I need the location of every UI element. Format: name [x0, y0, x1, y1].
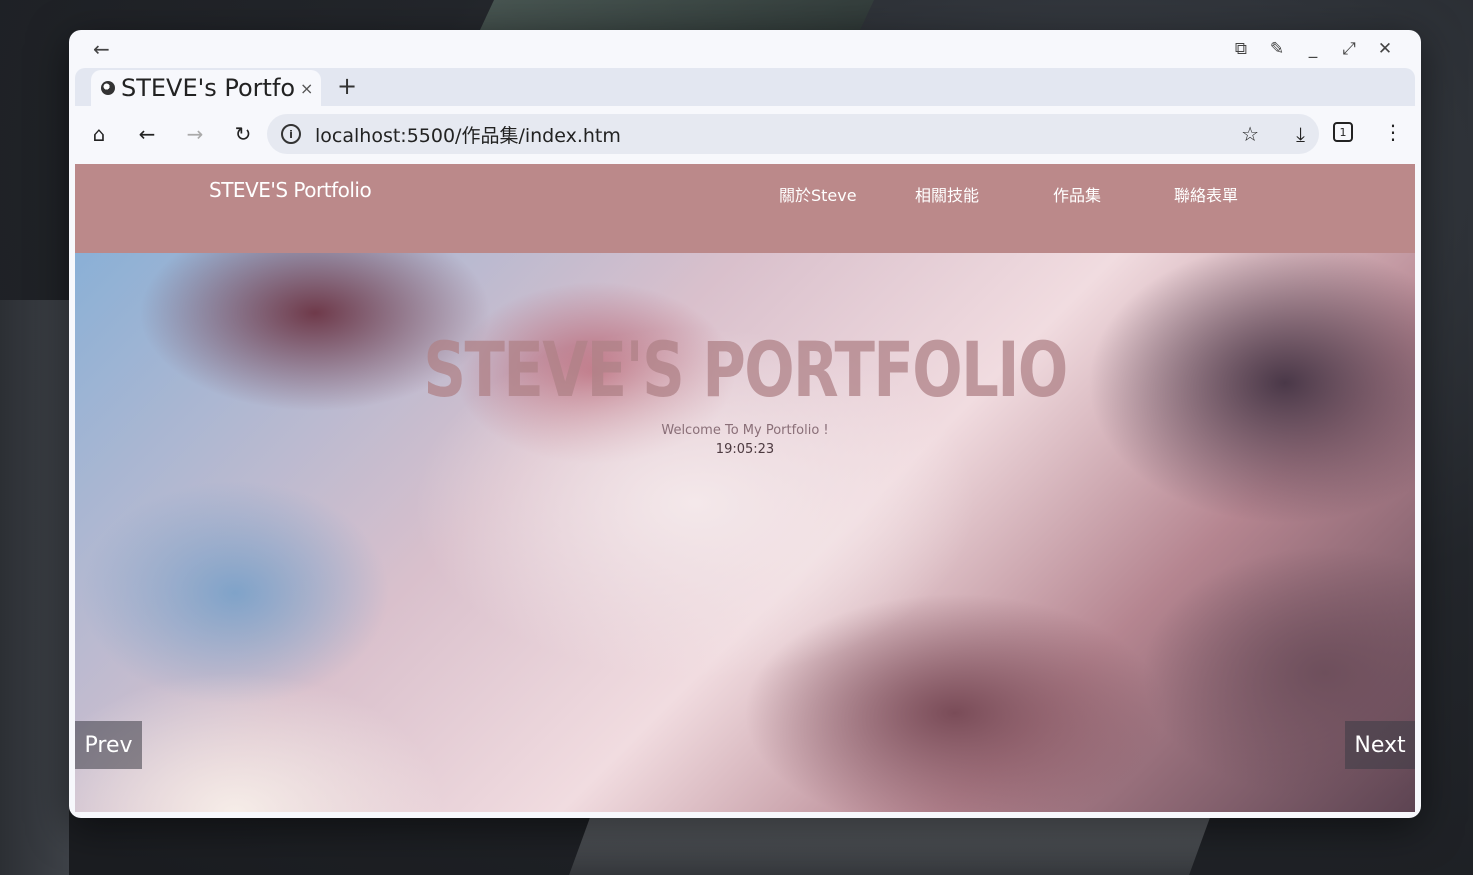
hero-subtitle: Welcome To My Portfolio ! [661, 423, 829, 438]
forward-icon[interactable]: → [183, 122, 207, 146]
menu-item-skills[interactable]: 相關技能 [915, 182, 1053, 206]
menu-item-about[interactable]: 關於Steve [779, 182, 915, 206]
close-window-icon[interactable]: ✕ [1373, 38, 1397, 60]
page-viewport: STEVE'S Portfolio 關於Steve 相關技能 作品集 聯絡表單 … [75, 164, 1415, 812]
desktop-background-shape [569, 815, 1211, 875]
tab-count-button[interactable]: 1 [1333, 122, 1353, 142]
picture-in-picture-icon[interactable]: ⧉ [1229, 38, 1253, 60]
site-logo[interactable]: STEVE'S Portfolio [209, 178, 372, 202]
download-icon[interactable]: ⤓ [1296, 122, 1305, 146]
tab-title: STEVE's Portfo [121, 74, 296, 102]
tab-strip: STEVE's Portfo × + [75, 68, 1415, 106]
maximize-icon[interactable]: ⤢ [1337, 38, 1361, 60]
globe-icon [101, 81, 115, 95]
hero-clock: 19:05:23 [715, 442, 775, 457]
site-info-icon[interactable]: i [281, 124, 301, 144]
hero-banner: STEVE'S PORTFOLIO Welcome To My Portfoli… [75, 253, 1415, 812]
new-tab-button[interactable]: + [337, 72, 357, 100]
pin-icon[interactable]: ✎ [1265, 38, 1289, 60]
bookmark-star-icon[interactable]: ☆ [1241, 122, 1259, 146]
url-text[interactable]: localhost:5500/作品集/index.htm [315, 121, 621, 148]
menu-item-portfolio[interactable]: 作品集 [1053, 182, 1174, 206]
site-navbar: STEVE'S Portfolio 關於Steve 相關技能 作品集 聯絡表單 [75, 164, 1415, 253]
browser-toolbar: ⌂ ← → ↻ i localhost:5500/作品集/index.htm ☆… [69, 106, 1421, 164]
reload-icon[interactable]: ↻ [231, 122, 255, 146]
tab-close-icon[interactable]: × [300, 79, 313, 98]
menu-item-contact[interactable]: 聯絡表單 [1174, 182, 1238, 206]
desktop-background-shape [0, 300, 69, 875]
browser-tab[interactable]: STEVE's Portfo × [91, 70, 321, 106]
carousel-prev-button[interactable]: Prev [75, 721, 142, 769]
hero-title: STEVE'S PORTFOLIO [423, 325, 1068, 414]
home-icon[interactable]: ⌂ [87, 122, 111, 146]
carousel-next-button[interactable]: Next [1345, 721, 1415, 769]
site-menu: 關於Steve 相關技能 作品集 聯絡表單 [779, 182, 1238, 206]
window-controls: ⧉ ✎ _ ⤢ ✕ [1229, 38, 1397, 60]
minimize-icon[interactable]: _ [1301, 38, 1325, 60]
address-bar[interactable]: i localhost:5500/作品集/index.htm ☆ ⤓ [267, 114, 1319, 154]
title-bar: ← ⧉ ✎ _ ⤢ ✕ [69, 30, 1421, 68]
browser-window: ← ⧉ ✎ _ ⤢ ✕ STEVE's Portfo × + ⌂ ← → ↻ i… [69, 30, 1421, 818]
back-icon[interactable]: ← [135, 122, 159, 146]
kebab-menu-icon[interactable]: ⋮ [1383, 120, 1403, 144]
back-arrow-icon[interactable]: ← [93, 38, 117, 60]
